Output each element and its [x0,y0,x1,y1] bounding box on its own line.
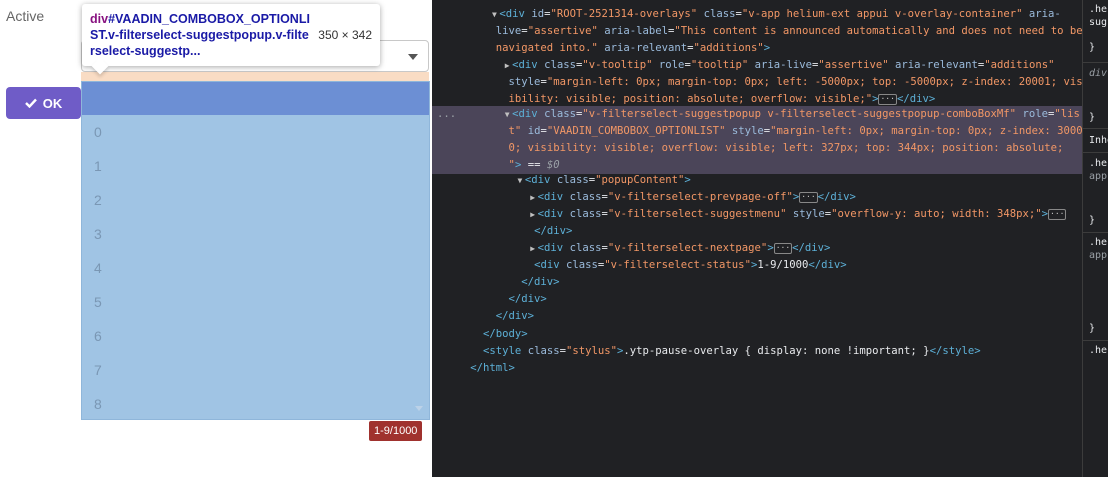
dom-node-line-selected: t" id="VAADIN_COMBOBOX_OPTIONLIST" style… [432,123,1082,140]
tooltip-tag: div [90,12,109,26]
dom-node-line: </div> [508,293,547,305]
style-rule-source[interactable]: app [1089,171,1107,182]
tooltip-selector: div#VAADIN_COMBOBOX_OPTIONLIST.v-filters… [90,11,310,59]
dom-node-line[interactable]: ▼ <div class="popupContent"> [432,172,1082,189]
devtools-styles-panel: .he sug } div } Inhe .he app } .he app }… [1082,0,1108,477]
style-rule-selector[interactable]: .he [1089,158,1107,169]
collapse-triangle-icon[interactable]: ▶ [528,240,538,257]
style-rule-brace: } [1089,42,1096,53]
tooltip-selector-text: #VAADIN_COMBOBOX_OPTIONLIST.v-filtersele… [90,12,310,58]
dom-node-line: </body> [483,328,528,340]
style-rule-selector[interactable]: .he [1089,4,1107,15]
dom-node-line: navigated into." aria-relevant="addition… [495,42,771,54]
dom-node-line-selected: 0; visibility: visible; overflow: visibl… [432,140,1082,157]
style-rule-selector[interactable]: .he [1089,237,1107,248]
inherited-label: Inhe [1089,135,1108,146]
ellipsis-icon[interactable]: ··· [773,242,793,254]
option-item[interactable]: 2 [82,183,429,217]
dom-node-line-selected[interactable]: ... ▼ <div class="v-filterselect-suggestp… [432,106,1082,123]
styles-divider [1083,152,1108,153]
ellipsis-icon[interactable]: ··· [878,93,897,105]
ellipsis-icon[interactable]: ··· [1048,208,1067,220]
ellipsis-icon[interactable]: ··· [799,191,818,203]
styles-divider [1083,62,1108,63]
style-rule-source[interactable]: app [1089,250,1107,261]
dom-node-line: </div> [534,225,573,237]
expand-triangle-icon[interactable]: ▼ [515,172,525,189]
dom-node-line: live="assertive" aria-label="This conten… [495,25,1082,37]
dom-node-line[interactable]: ▶ <div class="v-filterselect-prevpage-off… [432,189,1082,206]
dom-node-line[interactable]: <style class="stylus">.ytp-pause-overlay… [432,343,1082,360]
collapse-triangle-icon[interactable]: ▶ [528,189,538,206]
dom-node-line: </html> [470,362,515,374]
dom-node-line: </div> [521,276,560,288]
app-pane: Active OK 0 1 2 3 4 5 6 7 8 1-9/1000 div… [0,0,432,477]
option-item[interactable]: 5 [82,285,429,319]
ok-button-label: OK [42,95,63,111]
option-item[interactable]: 6 [82,319,429,353]
option-item[interactable]: 3 [82,217,429,251]
collapse-triangle-icon[interactable]: ▶ [502,57,512,74]
style-rule-selector: sug [1089,17,1108,28]
dom-node-line[interactable]: ▶ <div class="v-tooltip" role="tooltip" a… [432,57,1082,74]
inspect-tooltip: div#VAADIN_COMBOBOX_OPTIONLIST.v-filters… [82,4,380,66]
dom-node-line[interactable]: ▼ <div id="ROOT-2521314-overlays" class="… [432,6,1082,23]
dom-node-line: style="margin-left: 0px; margin-top: 0px… [508,76,1082,88]
option-item[interactable]: 7 [82,353,429,387]
ok-button[interactable]: OK [6,87,81,119]
check-icon [24,98,37,108]
expand-triangle-icon[interactable]: ▼ [489,6,499,23]
devtools-elements-panel: ▼ <div id="ROOT-2521314-overlays" class="… [432,0,1082,477]
expand-triangle-icon[interactable]: ▼ [502,106,512,123]
style-rule-selector[interactable]: div [1089,68,1107,79]
option-item[interactable]: 0 [82,115,429,149]
collapse-triangle-icon[interactable]: ▶ [528,206,538,223]
active-label: Active [6,8,45,24]
option-item[interactable]: 1 [82,149,429,183]
option-item[interactable]: 4 [82,251,429,285]
styles-divider [1083,340,1108,341]
dom-node-line[interactable]: ▶ <div class="v-filterselect-suggestmenu"… [432,206,1082,223]
style-rule-brace: } [1089,215,1096,226]
styles-divider [1083,232,1108,233]
dom-node-line: </div> [495,310,535,322]
node-menu-dots[interactable]: ... [437,106,456,123]
style-rule-brace: } [1089,323,1096,334]
combobox-arrow-icon[interactable] [408,54,418,60]
status-badge: 1-9/1000 [369,421,423,441]
scroll-down-icon[interactable] [415,406,423,411]
style-rule-selector[interactable]: .he [1089,345,1107,356]
popup-prevpage-highlight [82,82,429,115]
styles-divider [1083,128,1108,129]
inspect-highlight [81,72,429,81]
combobox-suggest-popup: 0 1 2 3 4 5 6 7 8 [81,81,430,420]
dom-node-line[interactable]: ▶ <div class="v-filterselect-nextpage"> ··… [432,240,1082,257]
tooltip-size: 350 × 342 [318,28,372,42]
style-rule-brace: } [1089,112,1096,123]
dom-node-line[interactable]: <div class="v-filterselect-status">1-9/1… [432,257,1082,274]
option-item[interactable]: 8 [82,387,429,419]
